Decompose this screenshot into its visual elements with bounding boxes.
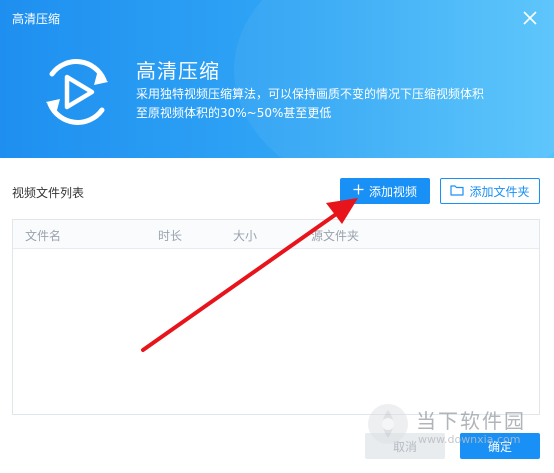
column-header-size[interactable]: 大小	[233, 227, 257, 244]
column-header-filename[interactable]: 文件名	[25, 227, 61, 244]
add-video-label: 添加视频	[368, 184, 417, 199]
watermark-text: 当下软件园	[416, 409, 526, 433]
header-description: 采用独特视频压缩算法，可以保持画质不变的情况下压缩视频体积 至原视频体积的30%…	[136, 85, 536, 123]
header-description-line1: 采用独特视频压缩算法，可以保持画质不变的情况下压缩视频体积	[136, 87, 485, 101]
refresh-play-icon	[32, 52, 122, 132]
column-header-source-folder[interactable]: 源文件夹	[311, 227, 359, 244]
header-title: 高清压缩	[136, 59, 220, 83]
window-title: 高清压缩	[12, 12, 61, 26]
plus-icon	[353, 184, 364, 198]
header-description-line2: 至原视频体积的30%~50%甚至更低	[136, 106, 332, 120]
watermark-logo	[364, 400, 412, 448]
video-file-table[interactable]: 文件名 时长 大小 源文件夹	[12, 219, 540, 415]
header-decoration	[234, 0, 554, 158]
add-folder-label: 添加文件夹	[469, 184, 530, 199]
add-video-button[interactable]: 添加视频	[340, 178, 430, 204]
folder-icon	[450, 184, 465, 199]
header-banner: 高清压缩 高清压缩 采用独特视频压缩算法，可以保持画质不变的情况下压缩视频体积 …	[0, 0, 554, 158]
compress-dialog: 高清压缩 高清压缩 采用独特视频压缩算法，可以保持画质不变的情况下压缩视频体积 …	[0, 0, 554, 473]
video-list-label: 视频文件列表	[12, 186, 85, 200]
add-folder-button[interactable]: 添加文件夹	[440, 178, 540, 204]
close-icon[interactable]	[520, 8, 540, 28]
table-header: 文件名 时长 大小 源文件夹	[13, 220, 539, 249]
watermark-url: www.downxia.com	[418, 433, 521, 446]
column-header-duration[interactable]: 时长	[158, 227, 182, 244]
